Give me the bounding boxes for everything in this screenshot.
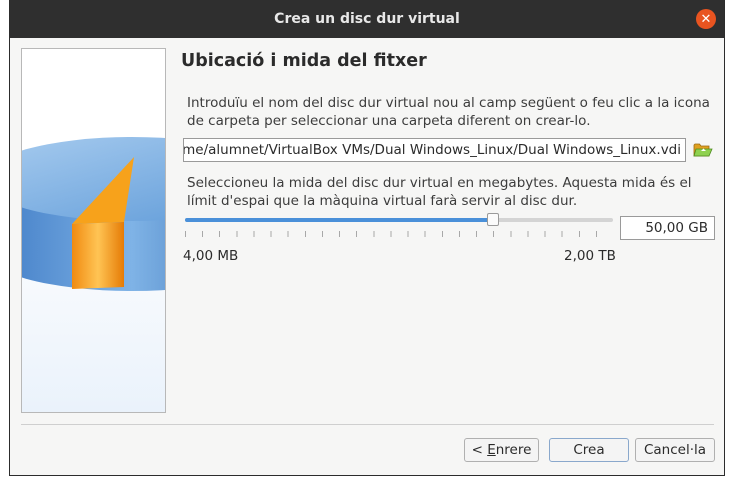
dialog-window: Crea un disc dur virtual ✕ Ubicació i mi… — [9, 0, 725, 476]
slider-ticks — [185, 231, 613, 237]
hard-disk-icon — [22, 137, 165, 291]
back-rest: nrere — [495, 442, 532, 458]
location-description: Introduïu el nom del disc dur virtual no… — [187, 95, 710, 129]
min-size-label: 4,00 MB — [183, 248, 239, 264]
file-path-input[interactable]: /home/alumnet/VirtualBox VMs/Dual Window… — [183, 138, 686, 162]
button-separator — [21, 424, 714, 425]
folder-open-icon — [693, 143, 713, 157]
slider-fill — [185, 218, 493, 222]
disk-size-input[interactable]: 50,00 GB — [620, 216, 715, 240]
hard-disk-illustration — [21, 48, 166, 413]
disk-size-slider[interactable] — [185, 212, 613, 228]
size-description: Seleccioneu la mida del disc dur virtual… — [187, 175, 692, 209]
file-path-value: /home/alumnet/VirtualBox VMs/Dual Window… — [183, 142, 681, 158]
max-size-label: 2,00 TB — [564, 248, 616, 264]
back-mnemonic: E — [487, 442, 496, 458]
back-prefix: < — [471, 442, 488, 458]
close-button[interactable]: ✕ — [696, 9, 716, 29]
page-heading: Ubicació i mida del fitxer — [181, 51, 427, 71]
slider-handle[interactable] — [487, 213, 499, 226]
title-bar: Crea un disc dur virtual ✕ — [10, 0, 724, 38]
back-button[interactable]: < Enrere — [464, 438, 539, 462]
choose-folder-button[interactable] — [693, 140, 713, 160]
create-button[interactable]: Crea — [549, 438, 629, 462]
window-title: Crea un disc dur virtual — [274, 11, 460, 27]
close-icon: ✕ — [700, 11, 712, 27]
cancel-button[interactable]: Cancel·la — [635, 438, 715, 462]
